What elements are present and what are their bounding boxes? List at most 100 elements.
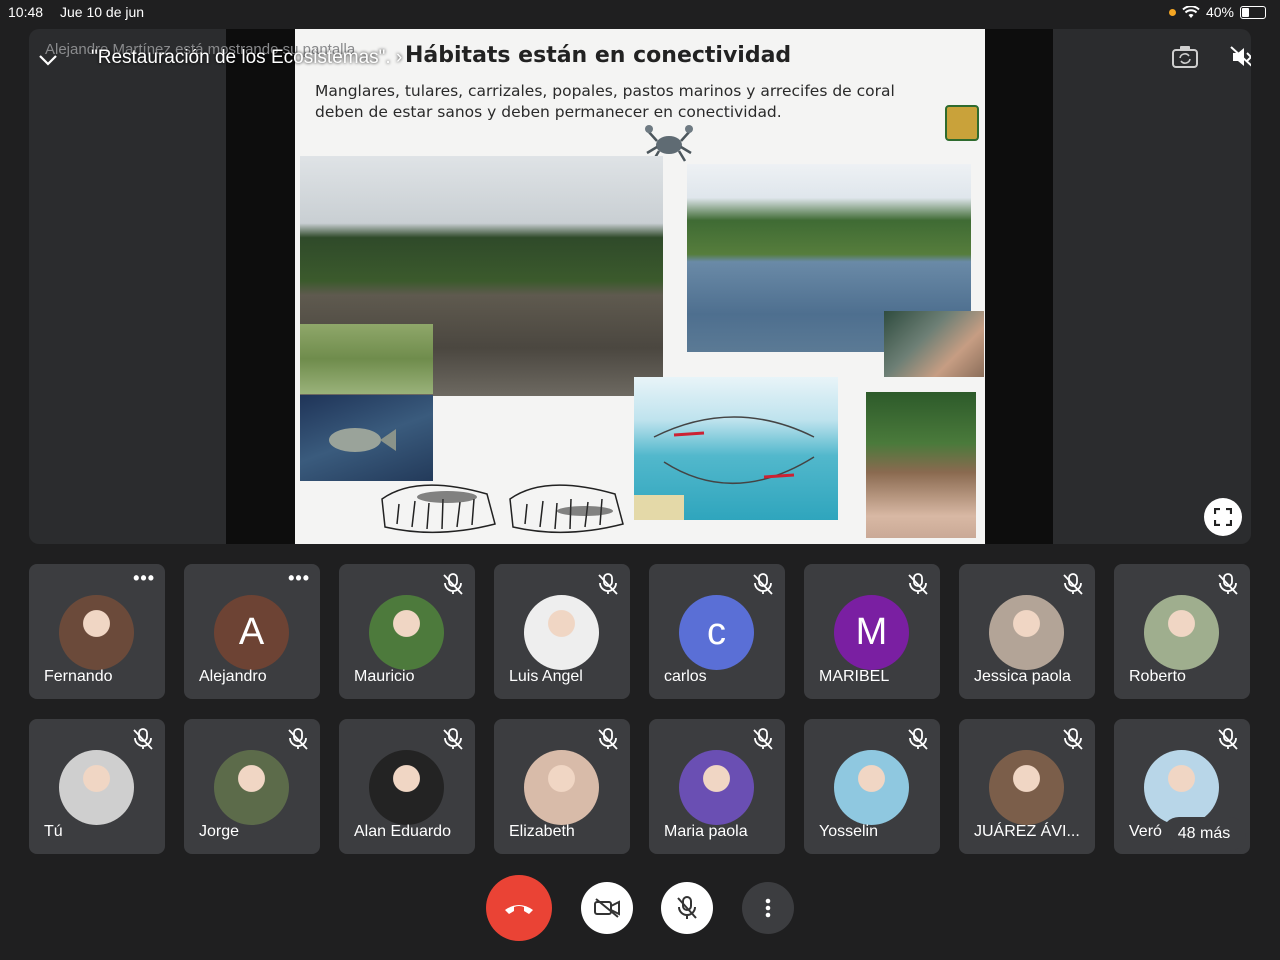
participant-name: Mauricio [354, 668, 415, 685]
participant-name: Elizabeth [509, 823, 575, 840]
participant-name: Roberto [1129, 668, 1186, 685]
participant-name: Tú [44, 823, 63, 840]
shared-slide: Hábitats están en conectividad Manglares… [295, 29, 985, 544]
avatar-initial: A [238, 611, 265, 653]
avatar [1144, 750, 1219, 825]
switch-camera-icon[interactable] [1171, 45, 1199, 69]
participant-tile[interactable]: A Alejandro ••• [184, 564, 320, 699]
phone-hangup-icon [505, 905, 533, 914]
status-bar: 10:48 Jue 10 de jun 40% [0, 0, 1280, 24]
shrimp-lifecycle-diagram [634, 377, 838, 520]
avatar-initial: M [855, 611, 888, 653]
mic-off-icon [1216, 572, 1240, 601]
avatar: M [834, 595, 909, 670]
mic-off-icon [906, 727, 930, 756]
participant-name: Alan Eduardo [354, 823, 451, 840]
avatar [59, 595, 134, 670]
status-right: 40% [1168, 4, 1266, 20]
recording-dot-icon [1168, 8, 1176, 16]
participant-tile[interactable]: Maria paola [649, 719, 785, 854]
participant-tile[interactable]: Jessica paola [959, 564, 1095, 699]
mic-off-icon [1061, 572, 1085, 601]
mic-toggle-button[interactable] [661, 882, 713, 934]
mic-off-icon [596, 727, 620, 756]
speaker-muted-icon[interactable] [1229, 45, 1251, 69]
mic-off-icon [1061, 727, 1085, 756]
avatar [989, 595, 1064, 670]
mic-off-icon [1216, 727, 1240, 756]
mic-off-icon [441, 572, 465, 601]
participant-tile[interactable]: Elizabeth [494, 719, 630, 854]
meeting-title-text: "Restauración de los Ecosistemas". [91, 47, 391, 68]
participant-tile[interactable]: Mauricio [339, 564, 475, 699]
camera-toggle-button[interactable] [581, 882, 633, 934]
seagrass-sketch-right [509, 484, 624, 534]
status-time: 10:48 [8, 4, 44, 20]
chevron-down-icon[interactable] [35, 47, 61, 73]
slide-body-text: Manglares, tulares, carrizales, popales,… [315, 82, 895, 121]
participant-tile[interactable]: JUÁREZ ÁVI... [959, 719, 1095, 854]
participant-name: JUÁREZ ÁVI... [974, 823, 1080, 840]
participant-tile[interactable]: Luis Angel [494, 564, 630, 699]
participant-name: carlos [664, 668, 707, 685]
avatar [369, 595, 444, 670]
lifecycle-arrows-icon [634, 416, 815, 520]
wifi-icon [1182, 5, 1200, 18]
participant-name: MARIBEL [819, 668, 890, 685]
participant-tile[interactable]: Tú [29, 719, 165, 854]
avatar [834, 750, 909, 825]
mic-off-icon [677, 896, 697, 919]
participant-tile[interactable]: c carlos [649, 564, 785, 699]
fullscreen-icon [1214, 508, 1232, 526]
participant-name: Maria paola [664, 823, 748, 840]
participant-tile[interactable]: Jorge [184, 719, 320, 854]
camera-off-icon [594, 898, 620, 918]
avatar [1144, 595, 1219, 670]
more-horiz-icon[interactable]: ••• [133, 569, 155, 587]
avatar [679, 750, 754, 825]
avatar: c [679, 595, 754, 670]
fullscreen-button[interactable] [1204, 498, 1242, 536]
participant-tile[interactable]: Yosselin [804, 719, 940, 854]
mic-off-icon [441, 727, 465, 756]
participant-tile[interactable]: Fernando ••• [29, 564, 165, 699]
battery-percent: 40% [1205, 4, 1234, 20]
participant-name: Alejandro [199, 668, 267, 685]
avatar [524, 595, 599, 670]
participant-name: Luis Angel [509, 668, 583, 685]
participant-tile[interactable]: Alan Eduardo [339, 719, 475, 854]
meeting-title[interactable]: "Restauración de los Ecosistemas". › [91, 47, 402, 69]
more-options-button[interactable] [742, 882, 794, 934]
more-horiz-icon[interactable]: ••• [288, 569, 310, 587]
presentation-stage[interactable]: Hábitats están en conectividad Manglares… [29, 29, 1251, 544]
avatar [59, 750, 134, 825]
end-call-button[interactable] [486, 875, 552, 941]
mic-off-icon [596, 572, 620, 601]
meeting-title-chevron: › [395, 47, 403, 68]
avatar [989, 750, 1064, 825]
status-date: Jue 10 de jun [60, 4, 145, 20]
mic-off-icon [751, 572, 775, 601]
participant-tile[interactable]: M MARIBEL [804, 564, 940, 699]
mic-off-icon [906, 572, 930, 601]
battery-icon [1240, 5, 1266, 19]
oyster-photo [866, 392, 976, 538]
avatar [369, 750, 444, 825]
mic-off-icon [751, 727, 775, 756]
institution-logo [945, 105, 979, 141]
participant-name: Yosselin [819, 823, 879, 840]
shrimp-photo [884, 311, 984, 377]
participant-name: Fernando [44, 668, 113, 685]
more-participants-badge[interactable]: 48 más [1162, 817, 1246, 851]
mic-off-icon [131, 727, 155, 756]
participant-name: Jorge [199, 823, 240, 840]
slide-title: Hábitats están en conectividad [405, 43, 792, 68]
avatar [214, 750, 289, 825]
participant-name: Veró [1129, 823, 1162, 840]
participant-name: Jessica paola [974, 668, 1071, 685]
avatar: A [214, 595, 289, 670]
seagrass-photo [300, 324, 433, 394]
participant-tile[interactable]: Roberto [1114, 564, 1250, 699]
seagrass-sketch-left [381, 484, 496, 534]
more-vert-icon [765, 898, 771, 918]
